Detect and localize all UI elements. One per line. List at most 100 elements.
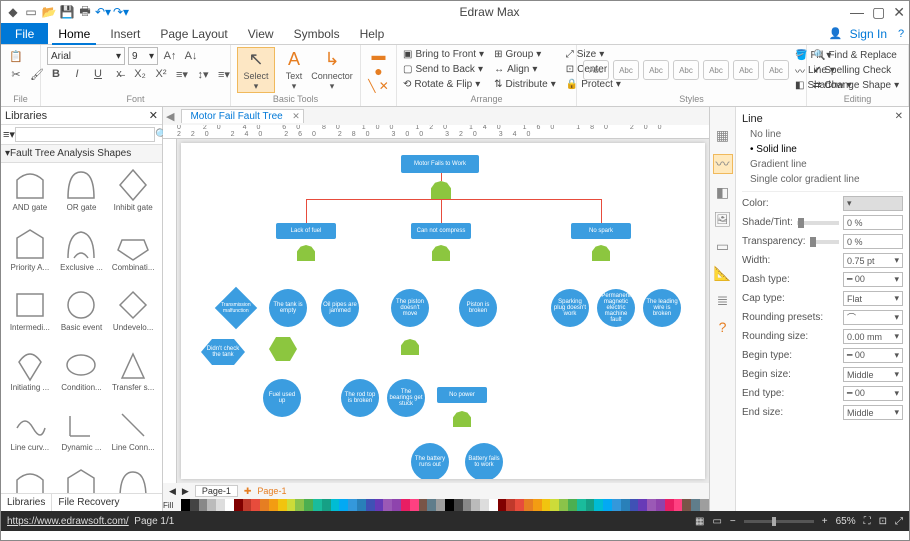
print-icon[interactable]: 🖶 [77,4,93,20]
shape-item[interactable]: Intermedi... [5,287,55,345]
node-oil-jam[interactable]: Oil pipes are jammed [321,289,359,327]
paste-icon[interactable]: 📋 [7,47,25,65]
color-swatch[interactable] [454,499,463,511]
color-swatch[interactable] [603,499,612,511]
font-family-combo[interactable]: Arial▾ [47,47,125,65]
color-swatch[interactable] [630,499,639,511]
tab-libraries[interactable]: Libraries [1,494,52,511]
color-swatch[interactable] [207,499,216,511]
color-swatch[interactable] [594,499,603,511]
transparency-slider[interactable] [810,240,839,244]
grow-font-icon[interactable]: A↑ [161,47,179,65]
ruler-tab-icon[interactable]: 📐 [714,265,731,282]
color-swatch[interactable] [251,499,260,511]
new-icon[interactable]: ▭ [23,4,39,20]
color-swatch[interactable] [524,499,533,511]
style-item[interactable]: Abc [733,60,759,80]
color-swatch[interactable] [295,499,304,511]
node-plug[interactable]: Sparking plug doesn't work [551,289,589,327]
add-page-icon[interactable]: ✚ [244,486,252,497]
shape-item[interactable]: Dynamic ... [57,407,107,465]
underline-button[interactable]: U [89,65,107,83]
shape-item[interactable]: OR gate [57,167,107,225]
view-icon[interactable]: ▦ [695,516,704,527]
node-tank-empty[interactable]: The tank is empty [269,289,307,327]
color-swatch[interactable] [647,499,656,511]
gate-icon[interactable] [592,245,610,261]
color-swatch[interactable] [691,499,700,511]
menu-view[interactable]: View [238,23,284,44]
color-swatch[interactable] [366,499,375,511]
color-swatch[interactable] [480,499,489,511]
select-tool[interactable]: ↖Select▾ [237,47,275,93]
color-swatch[interactable] [445,499,454,511]
shape-item[interactable]: Condition... [57,347,107,405]
lib-menu-icon[interactable]: ≡▾ [3,128,15,141]
zoom-out-icon[interactable]: − [730,516,736,527]
color-swatch[interactable] [542,499,551,511]
style-item[interactable]: Abc [763,60,789,80]
shape-item[interactable]: Initiating ... [5,347,55,405]
page-tab[interactable]: Page-1 [195,485,238,497]
shade-value[interactable]: 0 % [843,215,903,230]
end-size[interactable]: Middle▾ [843,405,903,420]
shape-item[interactable]: Transfer s... [108,347,158,405]
gate-icon[interactable] [453,411,471,427]
layers-tab-icon[interactable]: ≣ [717,292,729,309]
shape-item[interactable]: AND gate [5,167,55,225]
color-swatch[interactable] [383,499,392,511]
help-tab-icon[interactable]: ? [719,319,727,335]
rounding-preset[interactable]: ⌒ ▾ [843,310,903,325]
tab-prev-icon[interactable]: ◀ [163,110,177,123]
node-piston-move[interactable]: The piston doesn't move [391,289,429,327]
shrink-font-icon[interactable]: A↓ [182,47,200,65]
color-swatch[interactable] [322,499,331,511]
dash-value[interactable]: ━ 00▾ [843,272,903,287]
color-swatch[interactable] [419,499,428,511]
user-icon[interactable]: 👤 [828,23,844,44]
color-swatch[interactable] [410,499,419,511]
color-swatch[interactable] [234,499,243,511]
color-swatch[interactable] [550,499,559,511]
status-url[interactable]: https://www.edrawsoft.com/ [7,516,129,527]
circle-shape-icon[interactable]: ● [374,63,382,79]
color-swatch[interactable] [577,499,586,511]
end-type[interactable]: ━ 00▾ [843,386,903,401]
fit-icon[interactable]: ⊡ [879,516,887,527]
color-swatch[interactable] [533,499,542,511]
close-icon[interactable]: ✕ [893,4,905,21]
color-swatch[interactable] [287,499,296,511]
style-item[interactable]: Abc [643,60,669,80]
gate-icon[interactable] [432,245,450,261]
color-picker[interactable]: ▾ [843,196,903,211]
shape-item[interactable]: Exclusive ... [57,227,107,285]
text-tool[interactable]: AText▾ [275,47,313,93]
menu-symbols[interactable]: Symbols [284,23,350,44]
zoom-slider[interactable] [744,520,814,523]
color-swatch[interactable] [436,499,445,511]
color-swatch[interactable] [674,499,683,511]
libraries-close-icon[interactable]: ✕ [149,109,158,122]
font-size-combo[interactable]: 9▾ [128,47,158,65]
color-swatch[interactable] [568,499,577,511]
node-battery-out[interactable]: The battery runs out [411,443,449,479]
color-swatch[interactable] [357,499,366,511]
superscript-button[interactable]: X² [152,65,170,83]
redo-icon[interactable]: ↷▾ [113,4,129,20]
rounding-size[interactable]: 0.00 mm▾ [843,329,903,344]
connector-tool[interactable]: ↳Connector▾ [313,47,351,93]
color-swatch[interactable] [682,499,691,511]
color-swatch[interactable] [559,499,568,511]
color-swatch[interactable] [375,499,384,511]
group-button[interactable]: ⊞ Group ▾ [494,47,556,61]
maximize-icon[interactable]: ▢ [872,4,885,21]
sign-in-link[interactable]: Sign In [844,23,893,44]
rect-shape-icon[interactable]: ▬ [372,47,386,63]
style-gallery[interactable]: Abc Abc Abc Abc Abc Abc Abc [583,60,789,80]
transparency-value[interactable]: 0 % [843,234,903,249]
node-fuel-used[interactable]: Fuel used up [263,379,301,417]
strike-button[interactable]: x̶ [110,65,128,83]
color-swatch[interactable] [313,499,322,511]
panel-close-icon[interactable]: ✕ [895,111,903,127]
node-piston-broken[interactable]: Piston is broken [459,289,497,327]
